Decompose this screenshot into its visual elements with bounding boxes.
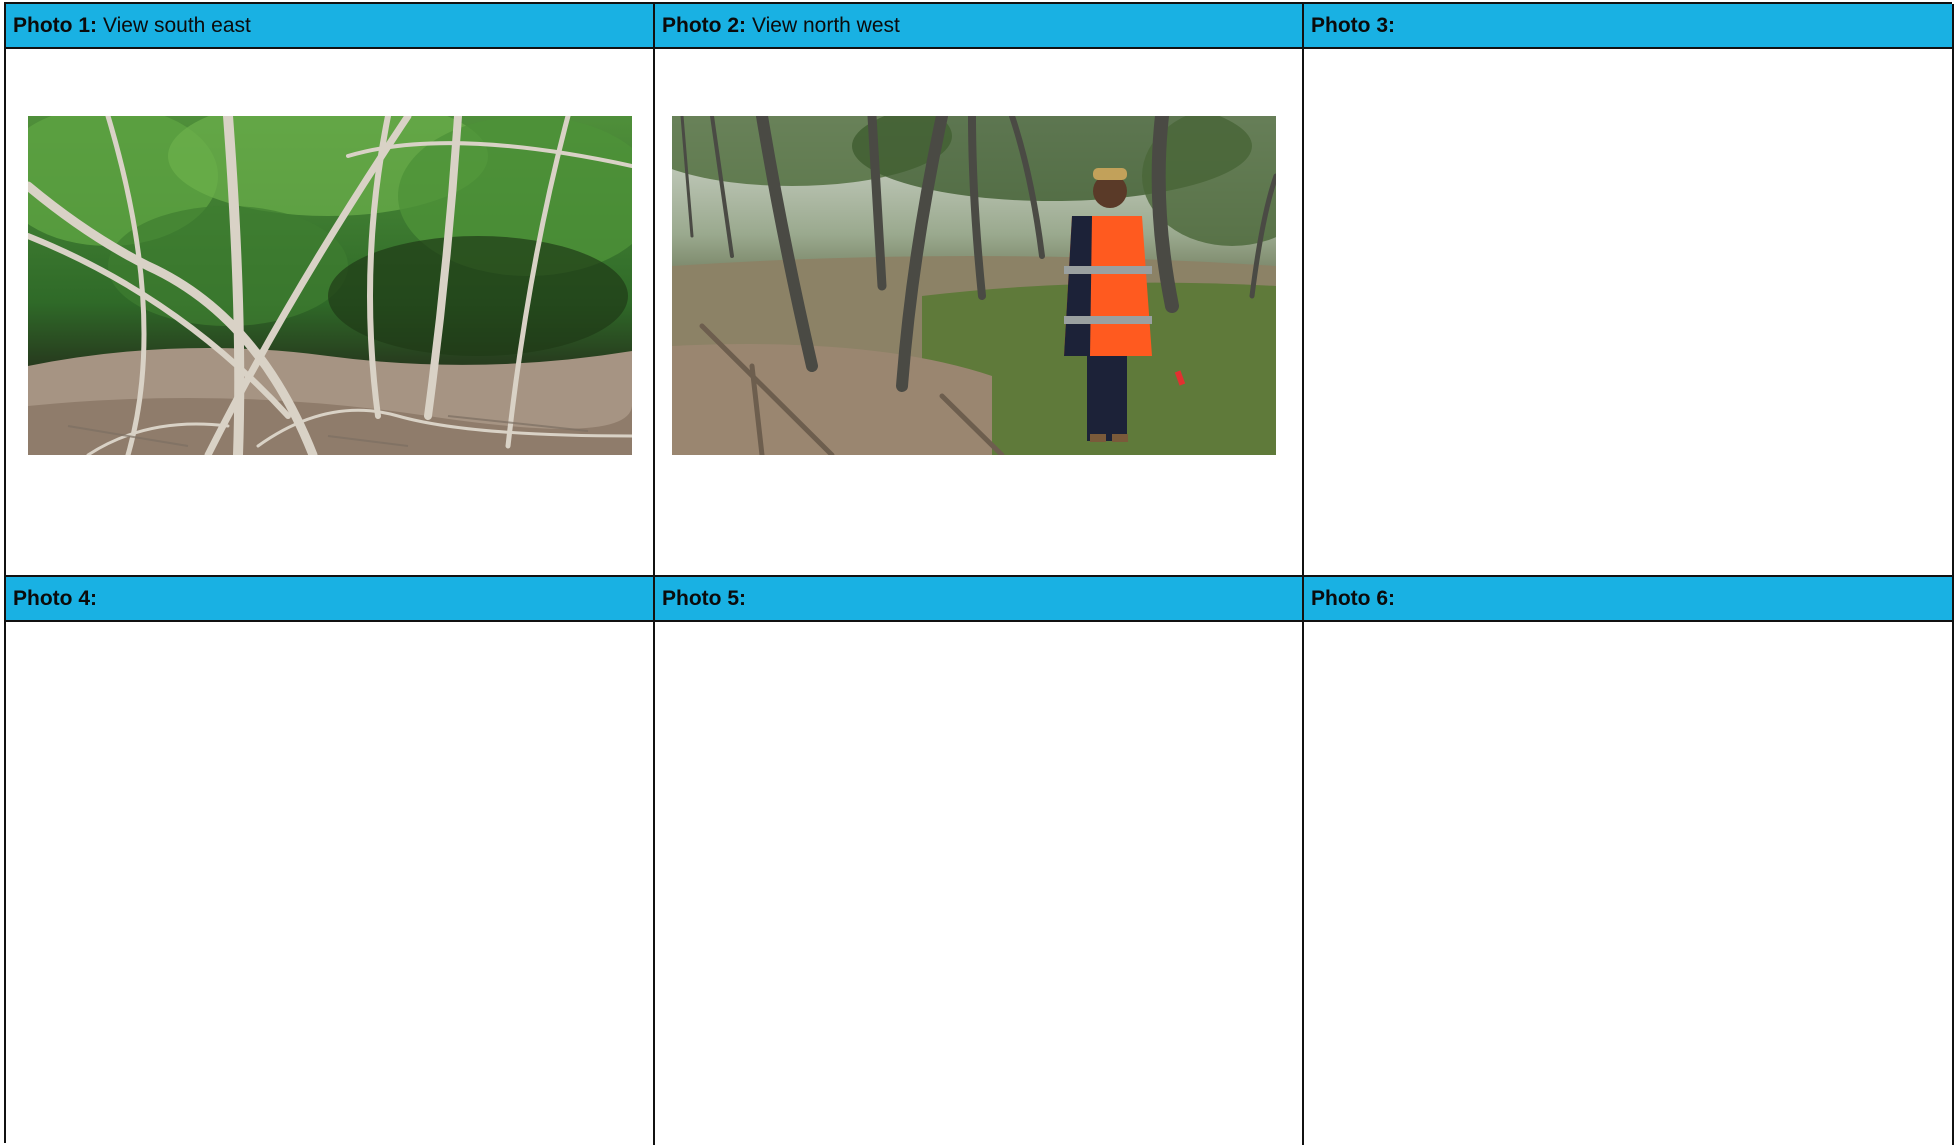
photo-grid: Photo 1: View south east Photo 2: View n… — [4, 2, 1954, 1145]
photo-label-3: Photo 3: — [1311, 13, 1395, 37]
photo-header-5: Photo 5: — [655, 577, 1302, 622]
photo-cell-6: Photo 6: — [1304, 577, 1954, 1145]
photo-cell-4: Photo 4: — [6, 577, 655, 1145]
photo-label-4: Photo 4: — [13, 586, 97, 610]
photo-label-2: Photo 2: — [662, 13, 746, 37]
photo-header-1: Photo 1: View south east — [6, 4, 653, 49]
photo-cell-1: Photo 1: View south east — [6, 4, 655, 577]
photo-cell-2: Photo 2: View north west — [655, 4, 1304, 577]
photo-image-1 — [28, 116, 632, 455]
photo-header-2: Photo 2: View north west — [655, 4, 1302, 49]
photo-label-1: Photo 1: — [13, 13, 97, 37]
photo-header-4: Photo 4: — [6, 577, 653, 622]
photo-label-5: Photo 5: — [662, 586, 746, 610]
photo-caption-1: View south east — [103, 13, 251, 37]
photo-cell-3: Photo 3: — [1304, 4, 1954, 577]
photo-header-6: Photo 6: — [1304, 577, 1952, 622]
photo-label-6: Photo 6: — [1311, 586, 1395, 610]
photo-header-3: Photo 3: — [1304, 4, 1952, 49]
photo-image-2 — [672, 116, 1276, 455]
photo-caption-2: View north west — [752, 13, 900, 37]
photo-cell-5: Photo 5: — [655, 577, 1304, 1145]
